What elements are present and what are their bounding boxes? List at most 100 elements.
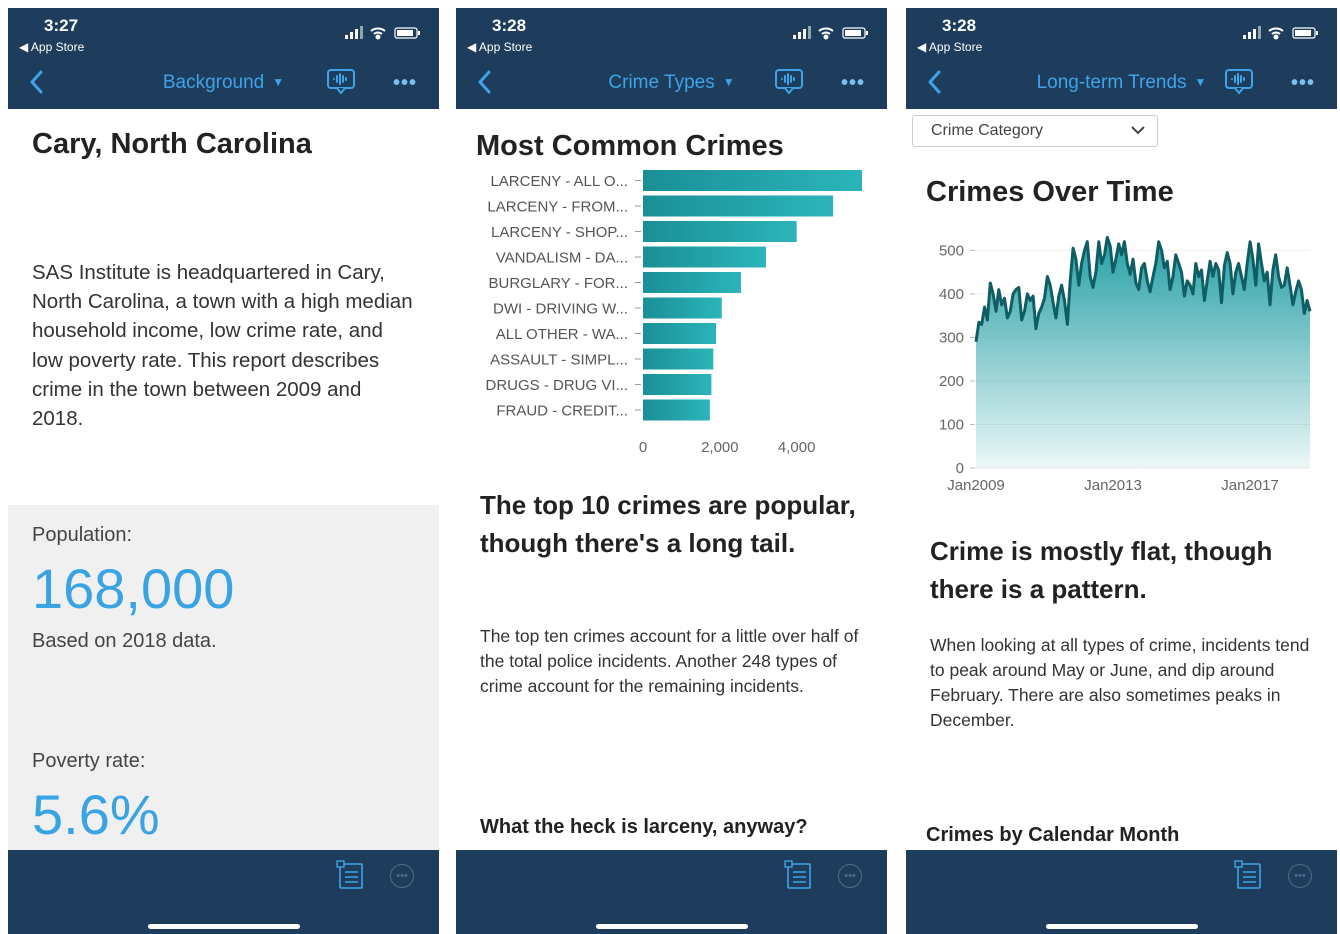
poverty-value: 5.6% [32,783,160,846]
section-heading: The top 10 crimes are popular, though th… [480,490,856,558]
poverty-label: Poverty rate: [32,750,146,772]
top-bar: 3:28 ◀ App Store Crime Types ▼ ••• [456,8,887,109]
nav-title-dropdown[interactable]: Crime Types ▼ [456,72,887,94]
list-icon[interactable] [336,860,364,890]
bar [643,374,712,395]
signal-icon [793,26,811,39]
bar-category-label: ASSAULT - SIMPL... [490,352,628,369]
bar [643,195,834,217]
subheading: Crimes by Calendar Month [926,824,1180,846]
section-body: When looking at all types of crime, inci… [930,635,1310,730]
back-to-app-store-link[interactable]: ◀ App Store [917,40,982,54]
back-to-app-store-link[interactable]: ◀ App Store [19,40,84,54]
top-bar: 3:27 ◀ App Store Background ▼ ••• [8,8,439,109]
signal-icon [345,26,363,39]
more-dots-icon[interactable]: ••• [393,72,417,95]
bar-category-label: DRUGS - DRUG VI... [485,377,628,394]
wifi-icon [818,27,834,40]
y-tick-label: 0 [956,460,964,477]
description-text: SAS Institute is headquartered in Cary, … [32,261,413,431]
wifi-icon [370,27,386,40]
bar [643,272,741,293]
more-dots-icon[interactable]: ••• [1291,72,1315,95]
bar-category-label: VANDALISM - DA... [496,250,628,267]
bar-category-label: LARCENY - FROM... [487,199,628,216]
nav-title: Background [162,72,265,93]
bar-category-label: FRAUD - CREDIT... [496,403,628,420]
phone-panel-long-term-trends: 3:28 ◀ App Store Long-term Trends ▼ ••• C… [906,8,1337,934]
bar [643,297,722,319]
home-indicator[interactable] [1046,924,1198,929]
bar [643,221,797,242]
section-heading: Crime is mostly flat, though there is a … [930,536,1273,604]
x-tick-label: Jan2009 [947,477,1005,494]
more-circle-icon[interactable]: ••• [838,864,862,888]
x-tick-label: 4,000 [778,439,816,456]
section-body: The top ten crimes account for a little … [480,626,859,696]
home-indicator[interactable] [596,924,748,929]
battery-icon [1292,27,1318,39]
back-to-app-store-link[interactable]: ◀ App Store [467,40,532,54]
nav-title: Long-term Trends [1036,72,1187,93]
bar [643,399,710,421]
bar-category-label: LARCENY - ALL O... [490,173,628,190]
status-icons [345,26,420,40]
voice-icon[interactable] [1224,68,1254,94]
signal-icon [1243,26,1261,39]
bar-category-label: DWI - DRIVING W... [493,301,628,318]
y-tick-label: 300 [939,329,964,346]
y-tick-label: 400 [939,286,964,303]
chart-title: Crimes Over Time [926,176,1174,208]
battery-icon [394,27,420,39]
more-dots-icon[interactable]: ••• [841,72,865,95]
nav-title: Crime Types [608,72,715,93]
top-bar: 3:28 ◀ App Store Long-term Trends ▼ ••• [906,8,1337,109]
crimes-over-time-area-chart: 0 100 200 300 400 500 Jan2009 Jan2013 Jan2017 [939,235,1312,494]
nav-title-dropdown[interactable]: Background ▼ [8,72,439,94]
y-tick-label: 500 [939,242,964,259]
more-circle-icon[interactable]: ••• [390,864,414,888]
population-label: Population: [32,524,133,546]
status-time: 3:27 [44,16,79,35]
bar [643,246,766,268]
bar-category-label: ALL OTHER - WA... [496,326,628,343]
status-icons [793,26,868,40]
bar [643,323,716,344]
wifi-icon [1268,27,1284,40]
phone-panel-background: 3:27 ◀ App Store Background ▼ ••• Cary, N… [8,8,439,934]
bar [643,170,862,191]
dropdown-caret-icon: ▼ [1194,75,1207,89]
voice-icon[interactable] [326,68,356,94]
bar-category-label: BURGLARY - FOR... [489,275,628,292]
list-icon[interactable] [1234,860,1262,890]
chevron-down-icon [1131,126,1145,135]
voice-icon[interactable] [774,68,804,94]
dropdown-value: Crime Category [931,122,1044,139]
x-tick-label: Jan2017 [1221,477,1279,494]
x-tick-label: 0 [639,439,647,456]
status-time: 3:28 [492,16,527,35]
subheading: What the heck is larceny, anyway? [480,816,808,838]
bottom-bar: ••• [8,850,439,934]
phone-panel-crime-types: 3:28 ◀ App Store Crime Types ▼ ••• Most C… [456,8,887,934]
crime-category-dropdown[interactable]: Crime Category [912,115,1158,147]
bar-category-label: LARCENY - SHOP... [491,224,628,241]
home-indicator[interactable] [148,924,300,929]
population-value: 168,000 [32,557,235,620]
crime-types-bar-chart: LARCENY - ALL O... LARCENY - FROM... LARCE… [485,170,862,456]
area-fill [976,237,1310,468]
x-tick-label: 2,000 [701,439,739,456]
battery-icon [842,27,868,39]
page-title: Cary, North Carolina [32,128,312,160]
y-tick-label: 100 [939,416,964,433]
nav-title-dropdown[interactable]: Long-term Trends ▼ [906,72,1337,94]
bar [643,348,714,370]
dropdown-caret-icon: ▼ [722,75,735,89]
dropdown-caret-icon: ▼ [272,75,285,89]
chart-title: Most Common Crimes [476,130,784,162]
list-icon[interactable] [784,860,812,890]
status-time: 3:28 [942,16,977,35]
status-icons [1243,26,1318,40]
bottom-bar: ••• [456,850,887,934]
more-circle-icon[interactable]: ••• [1288,864,1312,888]
